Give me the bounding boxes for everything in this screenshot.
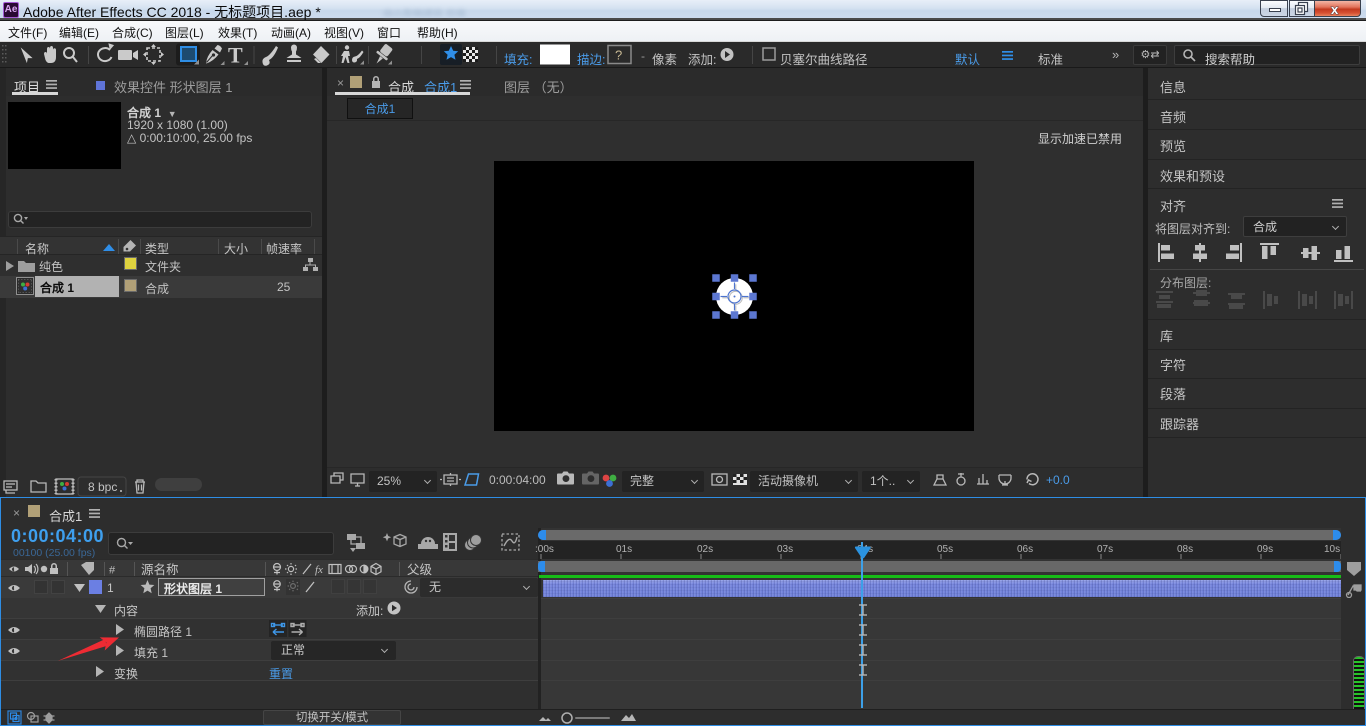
svg-text:8 bpc: 8 bpc <box>88 480 117 494</box>
svg-text:源名称: 源名称 <box>141 562 179 577</box>
svg-text:fx: fx <box>315 564 323 576</box>
svg-text:T: T <box>228 43 243 68</box>
svg-text:x: x <box>1331 2 1339 17</box>
svg-text:父级: 父级 <box>407 563 433 577</box>
svg-text:?: ? <box>615 48 622 63</box>
svg-text:#: # <box>109 565 116 577</box>
